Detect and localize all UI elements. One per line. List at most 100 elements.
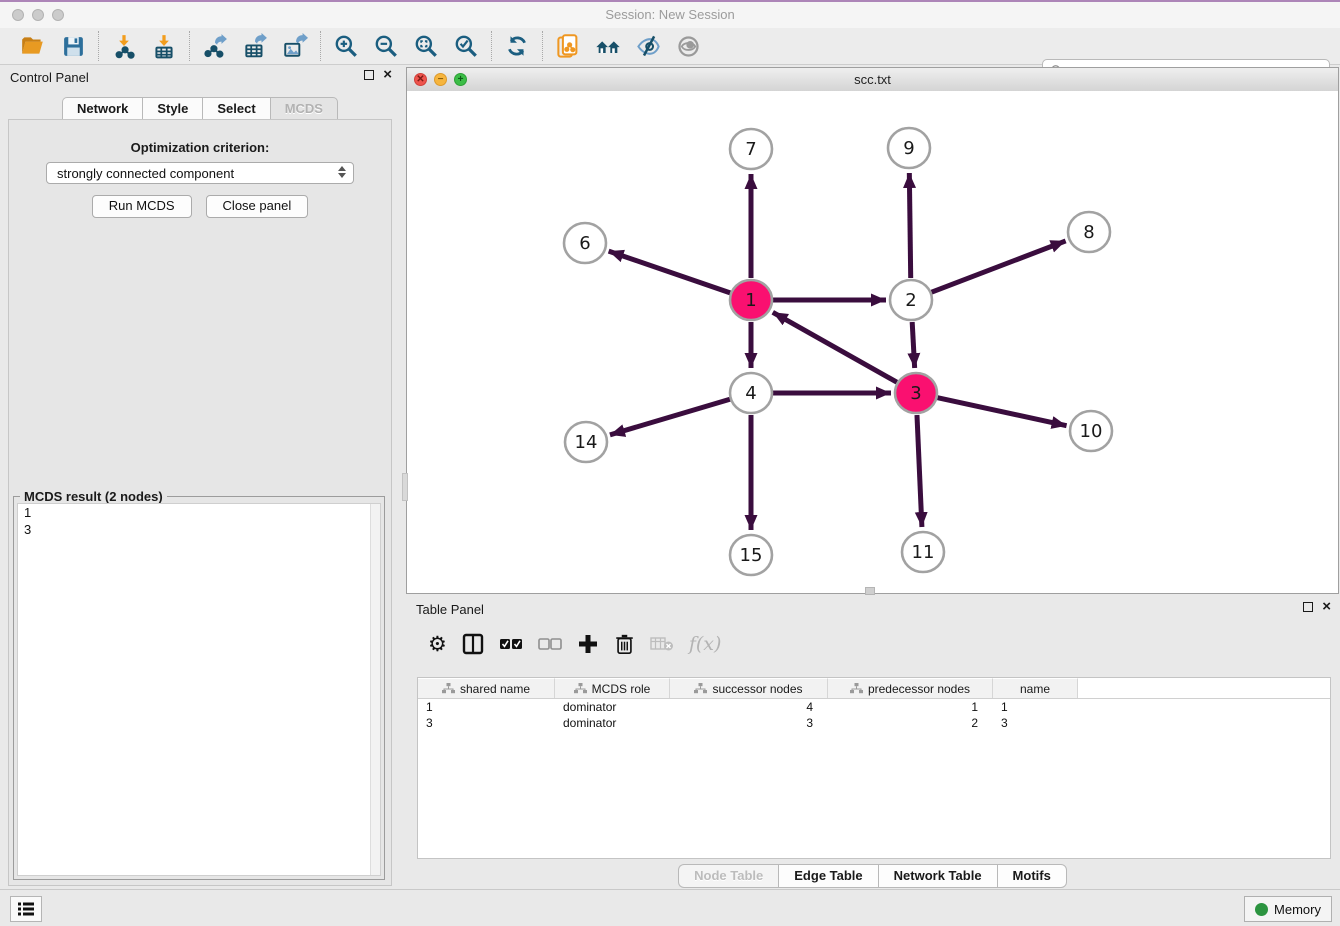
graph-node-label: 1 <box>745 290 756 311</box>
window-title: Session: New Session <box>0 7 1340 22</box>
memory-label: Memory <box>1274 902 1321 917</box>
close-panel-icon[interactable]: × <box>1322 601 1331 613</box>
graph-edge-2-8[interactable] <box>932 241 1066 292</box>
list-icon <box>17 901 35 917</box>
refresh-view-icon[interactable] <box>503 32 531 60</box>
graph-node-label: 8 <box>1083 222 1094 243</box>
column-header-name[interactable]: name <box>993 678 1078 698</box>
table-cell[interactable]: dominator <box>555 699 670 715</box>
graph-edge-2-9[interactable] <box>909 173 910 278</box>
table-cell[interactable]: 1 <box>828 699 993 715</box>
float-panel-icon[interactable] <box>364 70 374 80</box>
table-cell[interactable]: 4 <box>670 699 828 715</box>
column-label: successor nodes <box>712 682 802 696</box>
tab-network[interactable]: Network <box>62 97 142 121</box>
export-image-icon[interactable] <box>281 32 309 60</box>
result-scrollbar[interactable] <box>370 504 380 875</box>
result-item[interactable]: 1 <box>18 504 380 521</box>
column-label: name <box>1020 682 1050 696</box>
network-canvas[interactable]: 7968124314101511 <box>407 91 1338 593</box>
table-row[interactable]: 1dominator411 <box>418 699 1330 715</box>
column-header-shared-name[interactable]: shared name <box>418 678 555 698</box>
column-header-predecessor-nodes[interactable]: predecessor nodes <box>828 678 993 698</box>
float-panel-icon[interactable] <box>1303 602 1313 612</box>
table-cell[interactable]: 1 <box>993 699 1078 715</box>
zoom-out-icon[interactable] <box>372 32 400 60</box>
optimization-criterion-dropdown[interactable]: strongly connected component <box>46 162 354 184</box>
tab-node-table[interactable]: Node Table <box>678 864 778 888</box>
open-session-icon[interactable] <box>19 32 47 60</box>
import-network-icon[interactable] <box>110 32 138 60</box>
tab-network-table[interactable]: Network Table <box>878 864 997 888</box>
table-cell[interactable]: 3 <box>670 715 828 731</box>
result-item[interactable]: 3 <box>18 521 380 538</box>
tab-motifs[interactable]: Motifs <box>997 864 1067 888</box>
show-all-icon[interactable] <box>674 32 702 60</box>
zoom-selected-icon[interactable] <box>452 32 480 60</box>
mcds-result-group: MCDS result (2 nodes) 13 <box>13 496 385 880</box>
table-cell[interactable]: 3 <box>418 715 555 731</box>
tab-select[interactable]: Select <box>202 97 269 121</box>
column-type-icon <box>694 683 707 694</box>
select-all-icon[interactable] <box>499 631 523 657</box>
import-table-icon[interactable] <box>150 32 178 60</box>
network-window-title: scc.txt <box>407 72 1338 87</box>
clone-network-icon[interactable] <box>554 32 582 60</box>
column-label: shared name <box>460 682 530 696</box>
run-mcds-button[interactable]: Run MCDS <box>92 195 192 218</box>
graph-svg[interactable]: 7968124314101511 <box>407 91 1338 593</box>
close-panel-icon[interactable]: × <box>383 69 392 81</box>
main-toolbar <box>0 28 1340 65</box>
graph-edge-3-1[interactable] <box>773 312 897 382</box>
graph-node-label: 15 <box>740 545 763 566</box>
table-tabs: Node TableEdge TableNetwork TableMotifs <box>406 864 1339 888</box>
table-body: 1dominator4113dominator323 <box>418 699 1330 731</box>
save-session-icon[interactable] <box>59 32 87 60</box>
table-cell[interactable]: 1 <box>418 699 555 715</box>
hide-selected-icon[interactable] <box>634 32 662 60</box>
table-toolbar: ⚙ f(x) <box>406 624 1339 664</box>
memory-button[interactable]: Memory <box>1244 896 1332 922</box>
graph-node-label: 3 <box>910 383 921 404</box>
mcds-result-list[interactable]: 13 <box>17 503 381 876</box>
table-cell[interactable]: 2 <box>828 715 993 731</box>
close-panel-button[interactable]: Close panel <box>206 195 309 218</box>
graph-node-label: 9 <box>903 138 914 159</box>
table-cell[interactable]: dominator <box>555 715 670 731</box>
table-panel-title: Table Panel <box>416 602 484 617</box>
status-bar: Memory <box>0 889 1340 926</box>
network-view-window: ✕ − + scc.txt 7968124314101511 <box>406 67 1339 594</box>
export-network-icon[interactable] <box>201 32 229 60</box>
graph-edge-3-10[interactable] <box>937 398 1066 426</box>
deselect-all-icon[interactable] <box>538 631 562 657</box>
tab-edge-table[interactable]: Edge Table <box>778 864 877 888</box>
zoom-in-icon[interactable] <box>332 32 360 60</box>
tab-mcds[interactable]: MCDS <box>270 97 338 121</box>
application-window: Session: New Session <box>0 0 1340 926</box>
trash-icon[interactable] <box>614 631 635 657</box>
network-window-titlebar[interactable]: ✕ − + scc.txt <box>407 68 1338 92</box>
gear-icon[interactable]: ⚙ <box>428 631 447 657</box>
task-history-button[interactable] <box>10 896 42 922</box>
graph-edge-1-6[interactable] <box>609 251 731 293</box>
memory-status-icon <box>1255 903 1268 916</box>
graph-edge-3-11[interactable] <box>917 415 922 527</box>
tab-style[interactable]: Style <box>142 97 202 121</box>
export-table-icon[interactable] <box>241 32 269 60</box>
mcds-result-title: MCDS result (2 nodes) <box>20 489 167 504</box>
add-icon[interactable] <box>577 631 599 657</box>
table-row[interactable]: 3dominator323 <box>418 715 1330 731</box>
zoom-fit-icon[interactable] <box>412 32 440 60</box>
table-cell[interactable]: 3 <box>993 715 1078 731</box>
graph-node-label: 2 <box>905 290 916 311</box>
first-neighbors-icon[interactable] <box>594 32 622 60</box>
splitter-handle[interactable] <box>865 587 875 595</box>
column-header-MCDS-role[interactable]: MCDS role <box>555 678 670 698</box>
graph-edge-2-3[interactable] <box>912 322 914 368</box>
column-view-icon[interactable] <box>462 631 484 657</box>
graph-node-label: 10 <box>1080 421 1103 442</box>
column-header-successor-nodes[interactable]: successor nodes <box>670 678 828 698</box>
column-type-icon <box>574 683 587 694</box>
vertical-splitter-handle[interactable] <box>402 473 408 501</box>
graph-edge-4-14[interactable] <box>610 399 730 435</box>
